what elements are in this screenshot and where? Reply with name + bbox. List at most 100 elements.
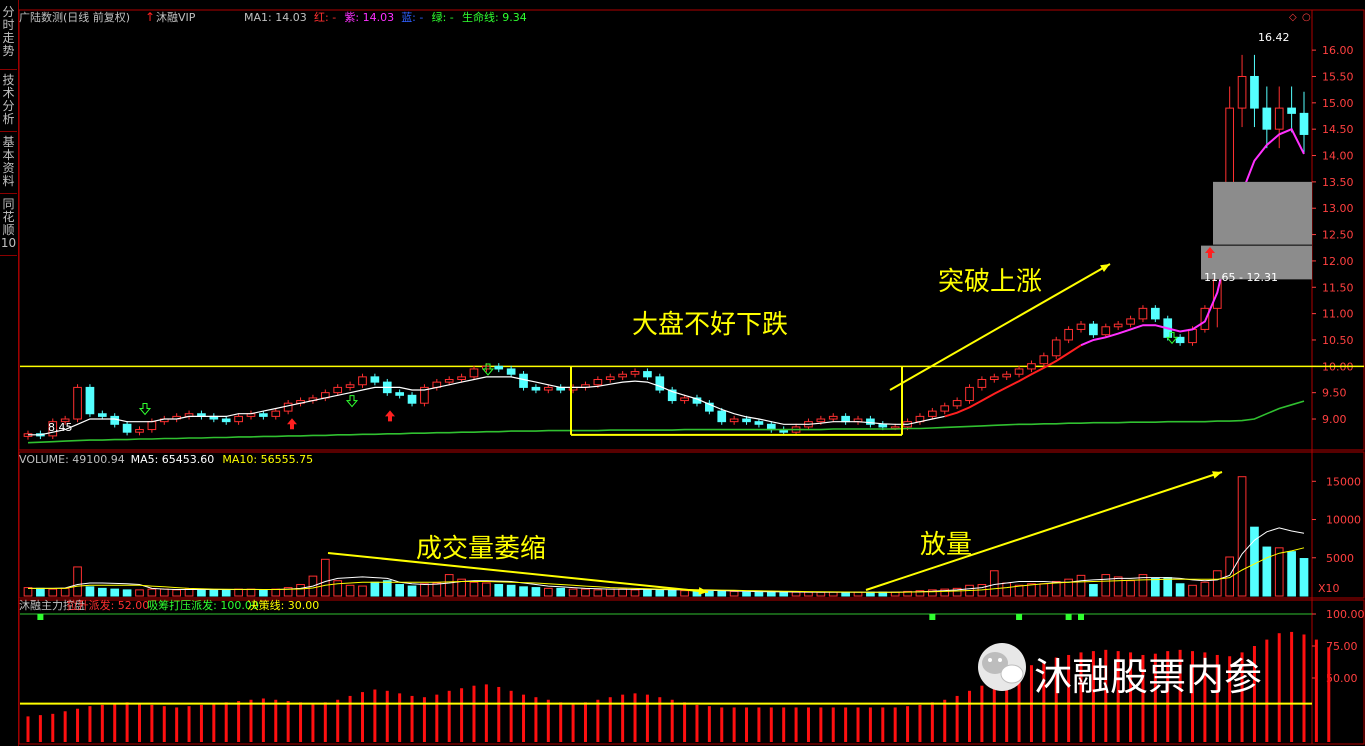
control-bar — [968, 690, 972, 742]
candle-body — [1188, 328, 1197, 344]
control-bar — [88, 706, 92, 742]
volume-bar — [1262, 546, 1272, 597]
volume-bar — [209, 589, 219, 597]
candle-body — [1126, 318, 1135, 325]
candle-body — [259, 413, 268, 417]
volume-bar — [1150, 577, 1160, 597]
control-bar — [125, 702, 129, 742]
candle-body — [816, 418, 826, 423]
panel-border — [18, 9, 1365, 451]
volume-bar — [1126, 580, 1135, 597]
candle-body — [828, 415, 838, 420]
control-bar — [918, 704, 922, 742]
candle-body — [1262, 107, 1272, 130]
candle-body — [271, 410, 281, 417]
volume-bar — [85, 586, 95, 597]
volume-bar — [271, 588, 281, 597]
volume-bar — [482, 582, 491, 597]
volume-bar — [866, 591, 875, 597]
volume-bar — [1113, 576, 1123, 597]
control-bar — [460, 688, 464, 742]
control-bar — [596, 699, 600, 742]
control-bar — [311, 703, 315, 742]
panel-close-icon[interactable]: ○ — [1302, 12, 1311, 23]
control-bar — [299, 702, 303, 742]
volume-bar — [333, 580, 343, 597]
control-bar — [930, 702, 934, 742]
annotation-volume-expand: 放量 — [920, 530, 972, 560]
volume-bar — [519, 586, 528, 597]
expand-arrow-head — [1212, 471, 1222, 479]
buy-signal-arrow-icon — [385, 410, 395, 422]
candle-body — [1287, 107, 1296, 114]
control-bar — [137, 703, 141, 742]
control-bar — [1302, 634, 1306, 742]
indicator-axis: 50.00 75.00 100.00 — [1312, 608, 1365, 685]
control-bar — [782, 707, 786, 742]
panel-menu-icon[interactable]: ◇ — [1289, 12, 1297, 23]
volume-bar — [1089, 584, 1098, 597]
accumulation-marker — [1065, 614, 1072, 620]
price-tick-label: 14.00 — [1322, 150, 1354, 163]
control-bar — [683, 702, 687, 742]
price-tick-label: 9.50 — [1322, 387, 1347, 400]
control-bar — [906, 706, 910, 742]
volume-bar — [643, 588, 652, 597]
accumulation-marker — [929, 614, 936, 620]
volume-bar — [184, 588, 194, 597]
candle-body — [122, 423, 132, 433]
volume-bar — [1002, 582, 1012, 597]
panel-border — [18, 451, 1365, 599]
candle-body — [345, 384, 355, 388]
price-tick-label: 15.00 — [1322, 97, 1354, 110]
control-bar — [695, 704, 699, 742]
control-bar — [199, 704, 203, 742]
volume-bar — [1212, 570, 1222, 597]
candle-body — [643, 371, 652, 378]
control-bar — [633, 693, 637, 742]
control-bar — [373, 689, 377, 742]
volume-bar — [48, 588, 58, 597]
accumulation-marker — [1016, 614, 1023, 620]
control-bar — [385, 690, 389, 742]
volume-bar — [841, 591, 850, 597]
control-bar — [670, 699, 674, 742]
candle-body — [841, 415, 850, 423]
price-tick-label: 11.50 — [1322, 281, 1354, 294]
indicator-tick-label: 75.00 — [1326, 640, 1358, 653]
candle-body — [1113, 323, 1123, 328]
control-bar — [757, 707, 761, 742]
candle-body — [878, 423, 888, 428]
price-tick-label: 15.50 — [1322, 70, 1354, 83]
volume-axis: 5000 10000 15000 — [1312, 475, 1361, 565]
control-bar — [336, 699, 340, 742]
volume-bar — [543, 587, 553, 597]
accumulation-marker — [37, 614, 44, 620]
volume-bar — [1101, 574, 1111, 597]
volume-bar — [605, 588, 615, 597]
candle-body — [110, 415, 120, 425]
legend-entry: 紫: 14.03 — [344, 11, 394, 24]
control-bar — [707, 706, 711, 742]
price-axis: 9.009.5010.0010.5011.0011.5012.0012.5013… — [20, 44, 1364, 426]
price-tick-label: 10.50 — [1322, 334, 1354, 347]
legend-entry: VOLUME: 49100.94 — [19, 453, 125, 466]
legend-entry: MA5: 65453.60 — [131, 453, 215, 466]
control-bar — [286, 701, 290, 742]
control-bar — [26, 716, 30, 742]
control-bar — [76, 708, 80, 742]
accumulation-marker — [1078, 614, 1085, 620]
chart-title: 广陆数测(日线 前复权) — [19, 10, 130, 24]
volume-bar — [407, 585, 417, 597]
control-bar — [522, 694, 526, 742]
volume-bar — [1237, 476, 1247, 597]
legend-entry: MA1: 14.03 — [244, 11, 307, 24]
volume-bar — [246, 588, 256, 597]
volume-bar — [828, 591, 838, 597]
candle-body — [1237, 75, 1247, 109]
candle-body — [630, 371, 640, 375]
volume-bar — [1274, 547, 1284, 597]
volume-bar — [1250, 526, 1259, 597]
volume-bar — [531, 587, 541, 597]
volume-bar — [135, 589, 144, 597]
